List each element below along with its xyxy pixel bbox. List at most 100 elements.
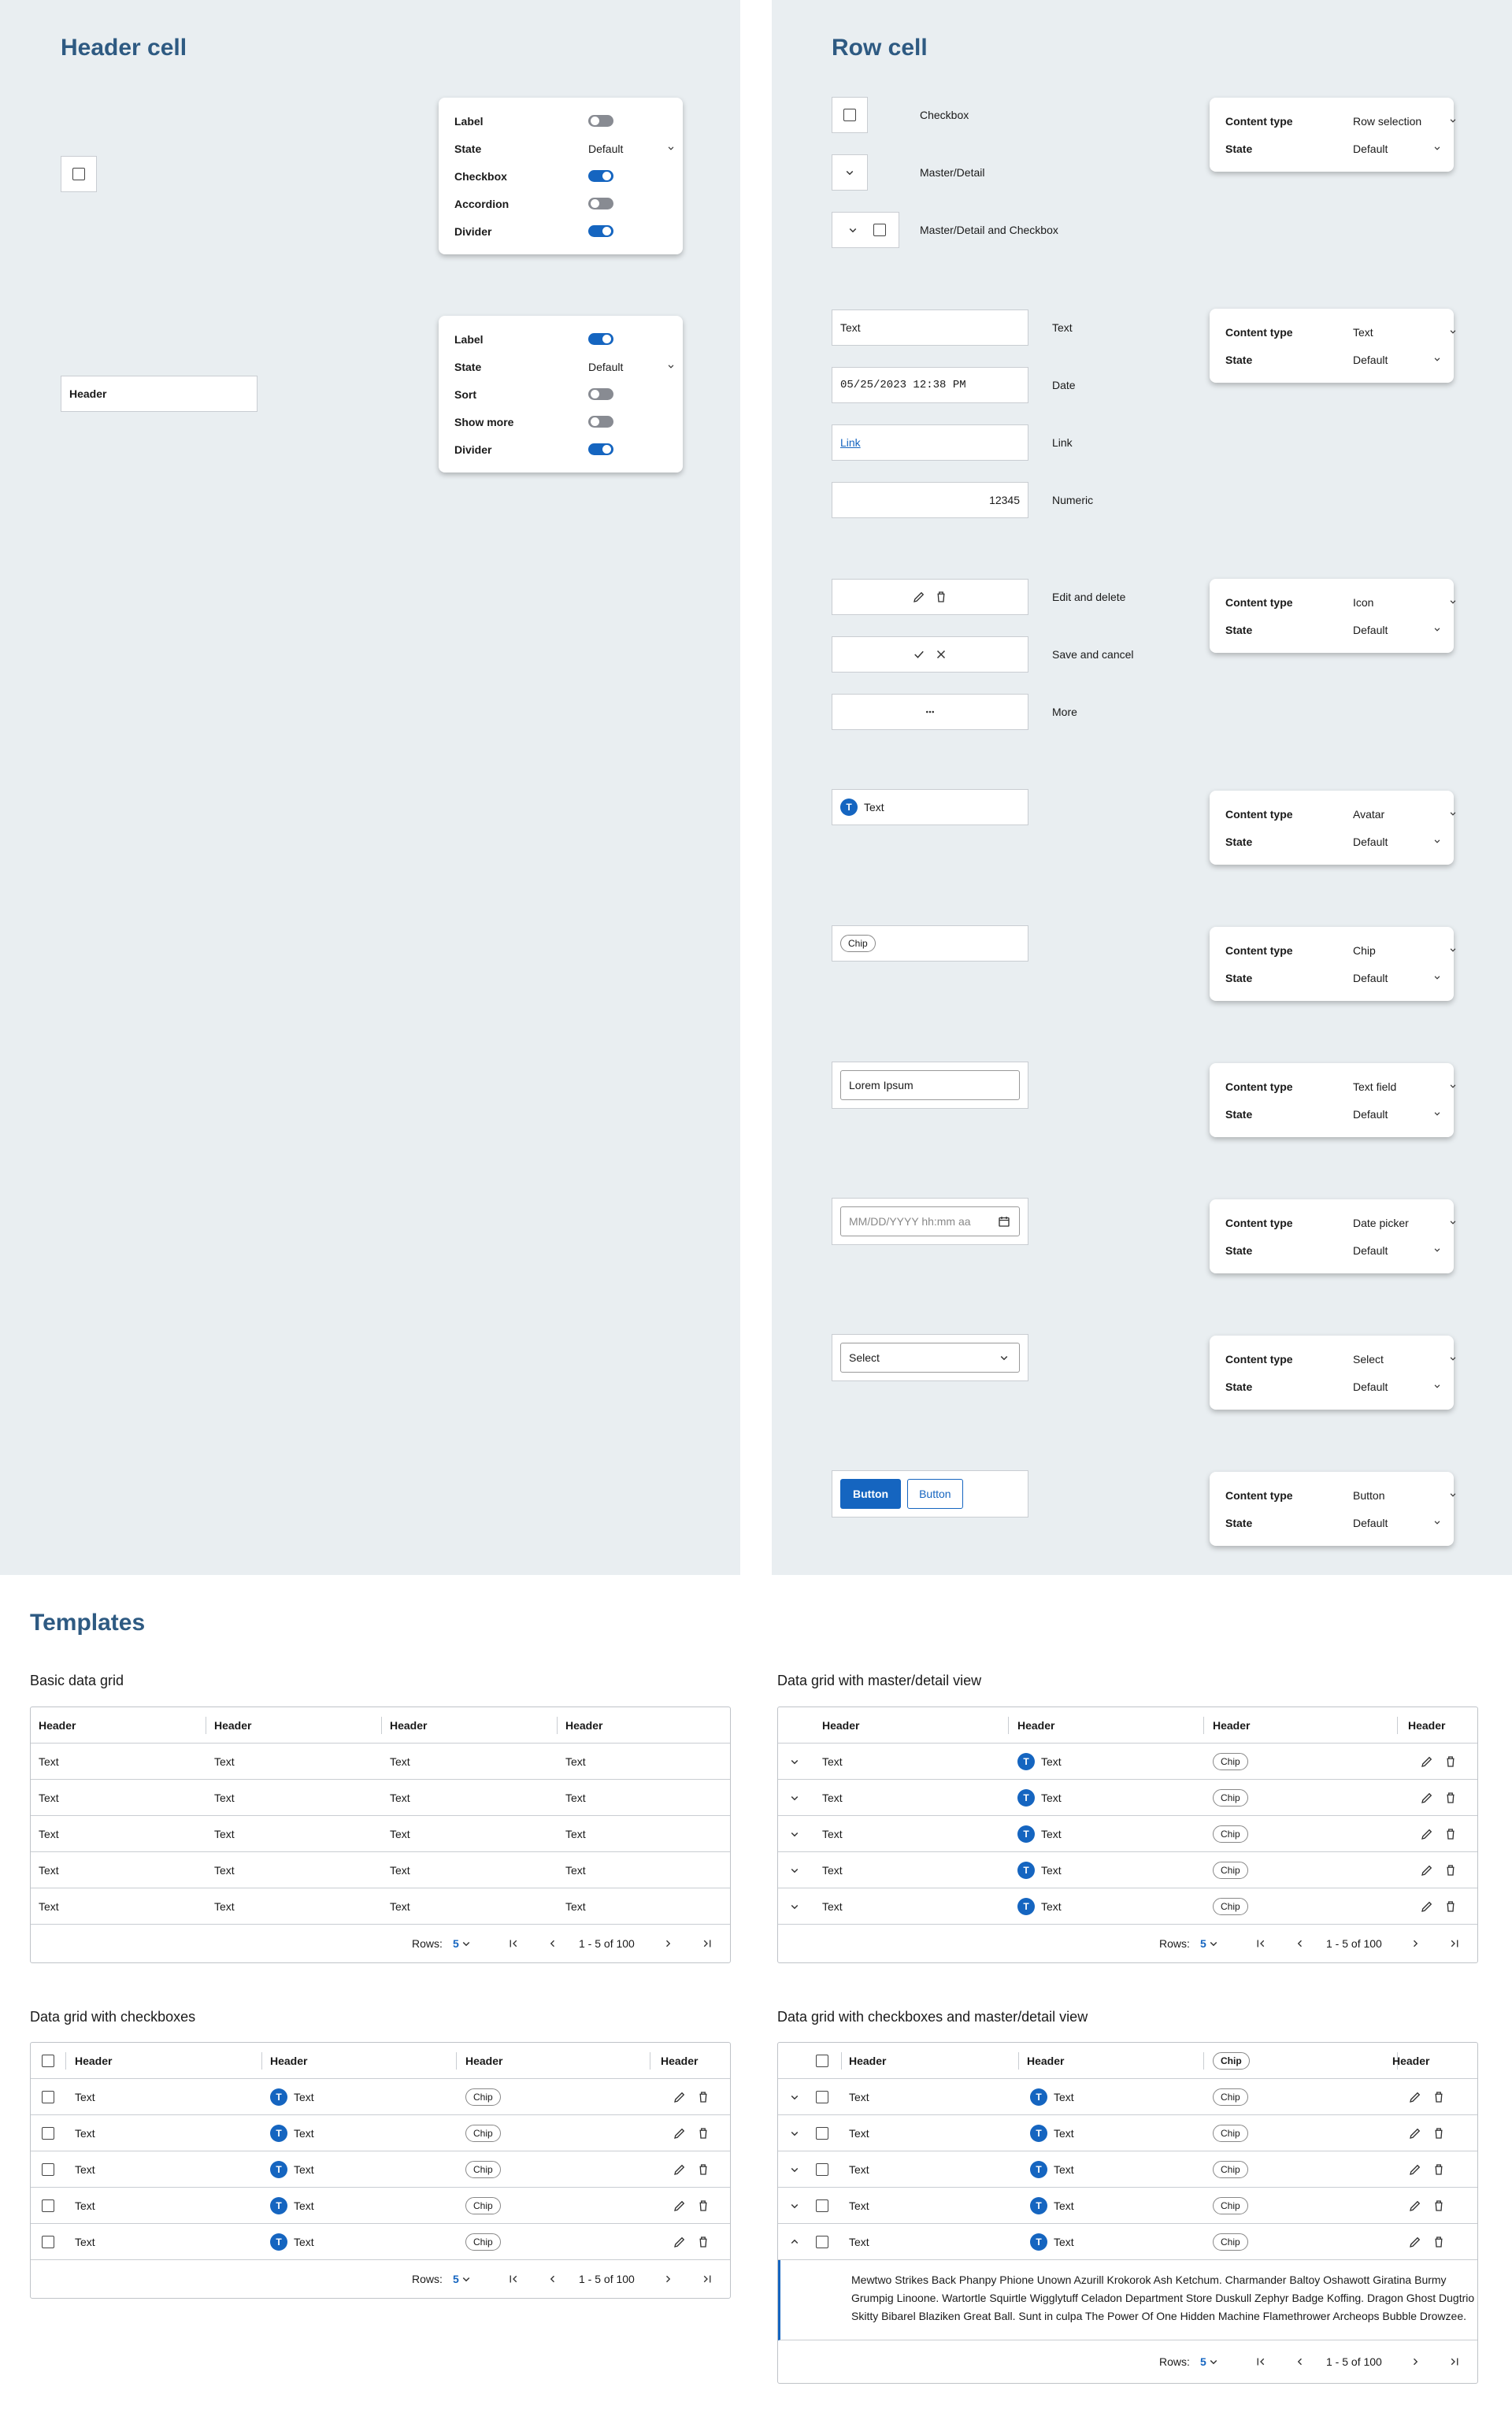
checkbox[interactable] — [42, 2235, 54, 2248]
first-page-icon[interactable] — [506, 2272, 521, 2286]
expand-chevron-icon[interactable] — [788, 1791, 802, 1805]
chip[interactable]: Chip — [1213, 1897, 1248, 1915]
column-header[interactable]: Header — [1392, 2055, 1429, 2067]
checkbox[interactable] — [816, 2054, 828, 2067]
chevron-down-icon[interactable] — [1432, 143, 1443, 154]
content-type-row[interactable]: Content type Avatar — [1225, 800, 1456, 828]
chip[interactable]: Chip — [1213, 1752, 1248, 1770]
link[interactable]: Link — [840, 436, 861, 449]
table-row[interactable]: Text Text Text Text — [31, 1852, 730, 1888]
edit-icon[interactable] — [1408, 2235, 1422, 2249]
previous-page-icon[interactable] — [1293, 2355, 1307, 2369]
chip[interactable]: Chip — [1213, 1861, 1248, 1879]
content-type-row[interactable]: Content type Text field — [1225, 1073, 1456, 1100]
avatar-cell[interactable]: T Text — [832, 789, 1028, 825]
delete-icon[interactable] — [1432, 2235, 1446, 2249]
content-type-row[interactable]: Content type Text — [1225, 318, 1456, 346]
last-page-icon[interactable] — [1447, 1936, 1462, 1951]
date-picker-field[interactable]: MM/DD/YYYY hh:mm aa — [840, 1206, 1020, 1236]
table-row[interactable]: Text T Text Chip — [778, 1888, 1477, 1925]
check-icon[interactable] — [912, 647, 926, 661]
header-checkbox-cell[interactable] — [61, 156, 97, 192]
state-row[interactable]: State Default — [1225, 964, 1440, 991]
column-header[interactable]: Header — [1213, 1719, 1250, 1732]
numeric-cell[interactable]: 12345 — [832, 482, 1028, 518]
column-header[interactable]: Header — [661, 2055, 698, 2067]
delete-icon[interactable] — [1443, 1863, 1458, 1877]
chevron-down-icon[interactable] — [1447, 808, 1458, 819]
content-type-row[interactable]: Content type Icon — [1225, 588, 1456, 616]
checkbox[interactable] — [42, 2162, 54, 2176]
primary-button[interactable]: Button — [840, 1479, 902, 1509]
last-page-icon[interactable] — [700, 1936, 714, 1951]
edit-icon[interactable] — [1420, 1755, 1434, 1769]
table-row[interactable]: Text T Text Chip — [778, 1852, 1477, 1888]
state-row[interactable]: State Default — [1225, 616, 1440, 643]
chip[interactable]: Chip — [465, 2124, 501, 2142]
next-page-icon[interactable] — [1408, 1936, 1422, 1951]
state-row[interactable]: State Default — [1225, 1373, 1440, 1400]
toggle-switch[interactable] — [588, 416, 613, 428]
table-row[interactable]: Text T Text Chip — [778, 2115, 1477, 2151]
link-cell[interactable]: Link — [832, 424, 1028, 461]
content-type-row[interactable]: Content type Row selection — [1225, 107, 1456, 135]
last-page-icon[interactable] — [1447, 2355, 1462, 2369]
chip[interactable]: Chip — [465, 2160, 501, 2178]
next-page-icon[interactable] — [661, 1936, 675, 1951]
checkbox[interactable] — [42, 2090, 54, 2103]
select-field[interactable]: Select — [840, 1343, 1020, 1373]
delete-icon[interactable] — [1432, 2199, 1446, 2213]
header-text-cell[interactable]: Header — [61, 376, 258, 412]
chip[interactable]: Chip — [465, 2088, 501, 2106]
chevron-down-icon[interactable] — [1447, 115, 1458, 126]
chevron-down-icon[interactable] — [1447, 1217, 1458, 1228]
chevron-down-icon[interactable] — [1432, 354, 1443, 365]
chevron-down-icon[interactable] — [1447, 1353, 1458, 1364]
next-page-icon[interactable] — [1408, 2355, 1422, 2369]
chip[interactable]: Chip — [465, 2233, 501, 2251]
delete-icon[interactable] — [1432, 2090, 1446, 2104]
table-row[interactable]: Text T Text Chip — [778, 1780, 1477, 1816]
table-row[interactable]: Text Text Text Text — [31, 1780, 730, 1816]
chip[interactable]: Chip — [1213, 2051, 1250, 2070]
edit-icon[interactable] — [1408, 2199, 1422, 2213]
chip[interactable]: Chip — [1213, 2233, 1248, 2251]
chevron-down-icon[interactable] — [1206, 1936, 1221, 1951]
edit-icon[interactable] — [1420, 1899, 1434, 1914]
delete-icon[interactable] — [1443, 1755, 1458, 1769]
checkbox[interactable] — [816, 2235, 828, 2248]
expand-chevron-icon[interactable] — [788, 2162, 802, 2177]
checkbox[interactable] — [816, 2126, 828, 2140]
checkbox[interactable] — [42, 2199, 54, 2212]
table-row[interactable]: Text T Text Chip — [778, 2079, 1477, 2115]
first-page-icon[interactable] — [506, 1936, 521, 1951]
close-icon[interactable] — [934, 647, 948, 661]
table-row[interactable]: Text T Text Chip — [31, 2151, 730, 2188]
edit-icon[interactable] — [1420, 1863, 1434, 1877]
delete-icon[interactable] — [1443, 1899, 1458, 1914]
calendar-icon[interactable] — [997, 1214, 1011, 1228]
first-page-icon[interactable] — [1254, 2355, 1268, 2369]
checkbox[interactable] — [42, 2054, 54, 2067]
delete-icon[interactable] — [696, 2090, 710, 2104]
chevron-down-icon[interactable] — [1432, 1380, 1443, 1392]
secondary-button[interactable]: Button — [907, 1479, 963, 1509]
delete-icon[interactable] — [1432, 2162, 1446, 2177]
table-row[interactable]: Text Text Text Text — [31, 1744, 730, 1780]
edit-icon[interactable] — [1408, 2126, 1422, 2140]
checkbox[interactable] — [72, 168, 85, 180]
edit-icon[interactable] — [673, 2126, 687, 2140]
row-master-checkbox-cell[interactable] — [832, 212, 899, 248]
table-row[interactable]: Text T Text Chip — [31, 2115, 730, 2151]
checkbox[interactable] — [816, 2090, 828, 2103]
row-checkbox-cell[interactable] — [832, 97, 868, 133]
table-row[interactable]: Text T Text Chip — [778, 1816, 1477, 1852]
previous-page-icon[interactable] — [1293, 1936, 1307, 1951]
chevron-down-icon[interactable] — [1447, 326, 1458, 337]
checkbox[interactable] — [816, 2162, 828, 2176]
expand-chevron-icon[interactable] — [788, 2090, 802, 2104]
rows-per-page-value[interactable]: 5 — [1200, 1937, 1206, 1950]
table-row[interactable]: Text Text Text Text — [31, 1816, 730, 1852]
previous-page-icon[interactable] — [546, 1936, 560, 1951]
chip[interactable]: Chip — [1213, 2196, 1248, 2214]
